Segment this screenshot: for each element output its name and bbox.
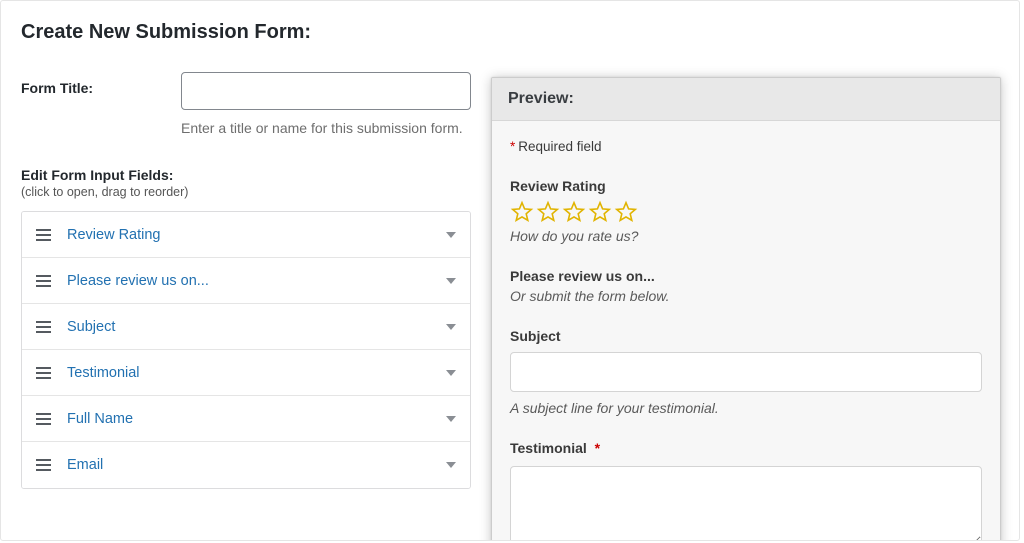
field-row-review-on[interactable]: Please review us on... [22,258,470,304]
chevron-down-icon [446,416,456,422]
preview-panel: Preview: *Required field Review Rating H… [491,77,1001,541]
field-row-label: Testimonial [67,365,446,381]
builder-right-column: Preview: *Required field Review Rating H… [491,1,1019,540]
preview-body: *Required field Review Rating How do you… [492,121,1000,541]
form-title-input[interactable] [181,72,471,110]
drag-handle-icon[interactable] [36,319,51,335]
required-note-text: Required field [518,139,601,154]
field-row-review-rating[interactable]: Review Rating [22,212,470,258]
drag-handle-icon[interactable] [36,365,51,381]
chevron-down-icon [446,370,456,376]
form-title-row: Form Title: Enter a title or name for th… [21,72,471,139]
asterisk-icon: * [510,139,515,154]
drag-handle-icon[interactable] [36,457,51,473]
form-title-help: Enter a title or name for this submissio… [181,118,471,139]
field-row-label: Please review us on... [67,273,446,289]
chevron-down-icon [446,324,456,330]
drag-handle-icon[interactable] [36,273,51,289]
star-icon[interactable] [614,200,638,224]
star-icon[interactable] [588,200,612,224]
preview-testimonial-block: Testimonial * [510,440,982,541]
preview-subject-block: Subject A subject line for your testimon… [510,328,982,416]
fields-section-sub: (click to open, drag to reorder) [21,185,471,199]
drag-handle-icon[interactable] [36,411,51,427]
star-icon[interactable] [536,200,560,224]
preview-testimonial-label: Testimonial * [510,440,982,456]
chevron-down-icon [446,232,456,238]
preview-rating-caption: How do you rate us? [510,228,982,244]
chevron-down-icon [446,462,456,468]
field-row-full-name[interactable]: Full Name [22,396,470,442]
form-title-label: Form Title: [21,72,181,96]
asterisk-icon: * [595,440,600,456]
field-row-label: Review Rating [67,227,446,243]
preview-review-on-label: Please review us on... [510,268,982,284]
star-icon[interactable] [510,200,534,224]
builder-left-column: Create New Submission Form: Form Title: … [1,1,491,540]
form-title-field-wrap: Enter a title or name for this submissio… [181,72,471,139]
preview-subject-label: Subject [510,328,982,344]
preview-review-on-caption: Or submit the form below. [510,288,982,304]
fields-list: Review Rating Please review us on... Sub… [21,211,471,489]
preview-subject-caption: A subject line for your testimonial. [510,400,982,416]
page-title: Create New Submission Form: [21,21,471,44]
field-row-label: Email [67,457,446,473]
preview-review-on-block: Please review us on... Or submit the for… [510,268,982,304]
preview-rating-label: Review Rating [510,178,982,194]
form-builder-panel: Create New Submission Form: Form Title: … [0,0,1020,541]
preview-rating-block: Review Rating How do you rate us? [510,178,982,244]
preview-subject-input[interactable] [510,352,982,392]
field-row-label: Subject [67,319,446,335]
field-row-testimonial[interactable]: Testimonial [22,350,470,396]
star-icon[interactable] [562,200,586,224]
preview-testimonial-textarea[interactable] [510,466,982,541]
field-row-subject[interactable]: Subject [22,304,470,350]
chevron-down-icon [446,278,456,284]
preview-heading: Preview: [492,78,1000,121]
field-row-email[interactable]: Email [22,442,470,488]
required-note: *Required field [510,139,982,154]
preview-testimonial-label-text: Testimonial [510,440,587,456]
rating-stars[interactable] [510,200,982,224]
drag-handle-icon[interactable] [36,227,51,243]
field-row-label: Full Name [67,411,446,427]
fields-section-heading: Edit Form Input Fields: [21,167,471,183]
